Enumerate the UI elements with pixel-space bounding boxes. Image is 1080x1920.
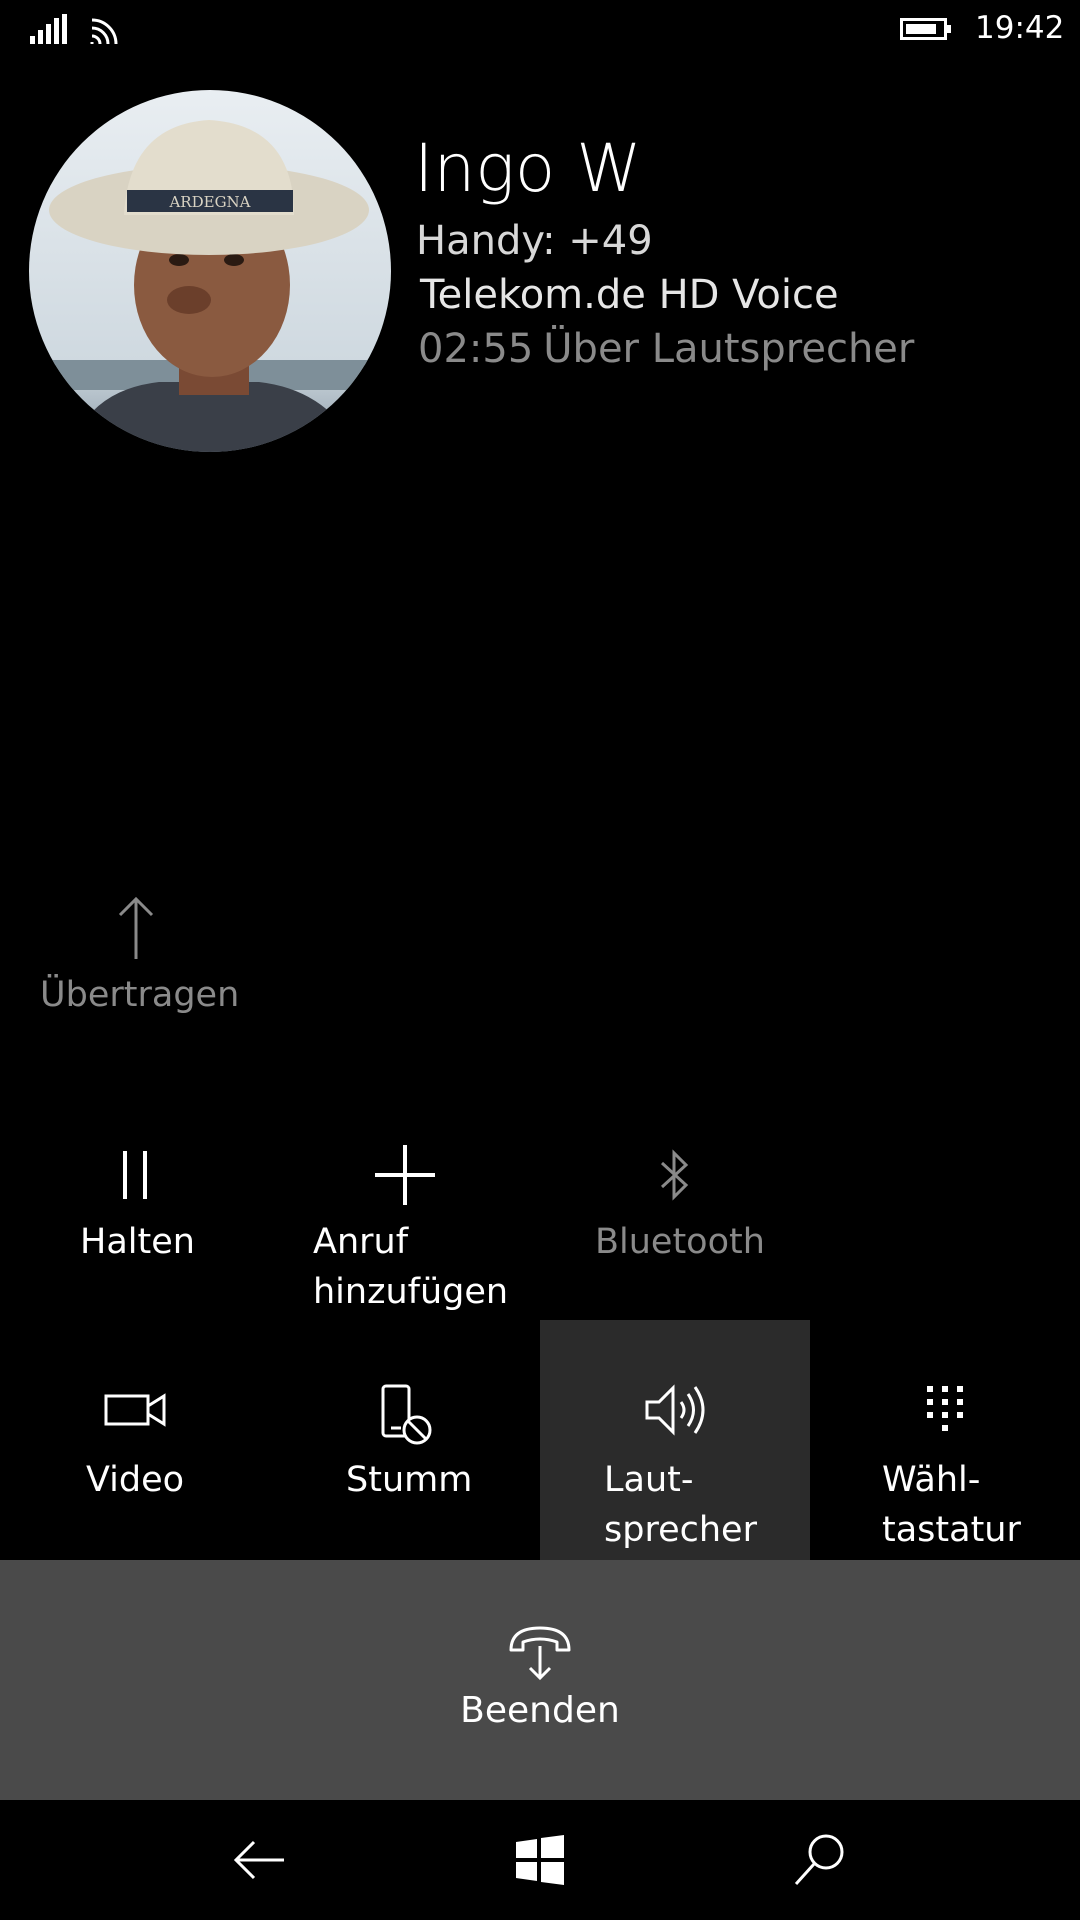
hang-up-icon — [509, 1626, 571, 1681]
keypad-button[interactable]: Wähl- tastatur — [810, 1320, 1080, 1560]
carrier-label: Telekom.de HD Voice — [420, 272, 839, 318]
arrow-up-icon — [118, 896, 154, 959]
contact-number: Handy: +49 — [416, 218, 653, 264]
speaker-label: Laut- sprecher — [604, 1460, 757, 1550]
battery-icon — [900, 18, 951, 40]
contact-name: Ingo W — [414, 130, 642, 207]
call-mode: Über Lautsprecher — [543, 326, 915, 372]
back-icon[interactable] — [230, 1830, 290, 1890]
avatar-photo: ARDEGNA — [29, 90, 391, 452]
transfer-label: Übertragen — [40, 975, 240, 1015]
mute-button[interactable]: Stumm — [270, 1320, 540, 1560]
hold-label: Halten — [80, 1222, 195, 1262]
call-duration: 02:55 — [418, 326, 534, 372]
video-label: Video — [86, 1460, 185, 1500]
mute-label: Stumm — [346, 1460, 473, 1500]
speaker-icon — [540, 1375, 810, 1445]
transfer-button[interactable]: Übertragen — [30, 895, 240, 1025]
windows-start-icon[interactable] — [510, 1830, 570, 1890]
mute-phone-icon — [270, 1380, 540, 1450]
bluetooth-label: Bluetooth — [595, 1222, 765, 1262]
contact-avatar[interactable]: ARDEGNA — [29, 90, 391, 452]
end-call-label: Beenden — [460, 1690, 620, 1731]
video-camera-icon — [0, 1375, 270, 1445]
call-status: 02:55 Über Lautsprecher — [418, 326, 914, 372]
navigation-bar — [0, 1800, 1080, 1920]
wifi-icon — [90, 18, 118, 45]
status-bar: 19:42 — [0, 0, 1080, 60]
keypad-icon — [810, 1375, 1080, 1445]
bluetooth-icon — [540, 1140, 810, 1210]
add-call-label: Anruf hinzufügen — [313, 1222, 509, 1312]
end-call-button[interactable]: Beenden — [0, 1560, 1080, 1800]
speaker-button[interactable]: Laut- sprecher — [540, 1320, 810, 1560]
signal-icon — [30, 14, 67, 44]
plus-icon — [270, 1140, 540, 1210]
pause-icon — [0, 1140, 270, 1210]
svg-text:ARDEGNA: ARDEGNA — [168, 193, 250, 211]
keypad-label: Wähl- tastatur — [882, 1460, 1021, 1550]
search-icon[interactable] — [790, 1830, 850, 1890]
video-button[interactable]: Video — [0, 1320, 270, 1560]
clock: 19:42 — [975, 10, 1065, 46]
